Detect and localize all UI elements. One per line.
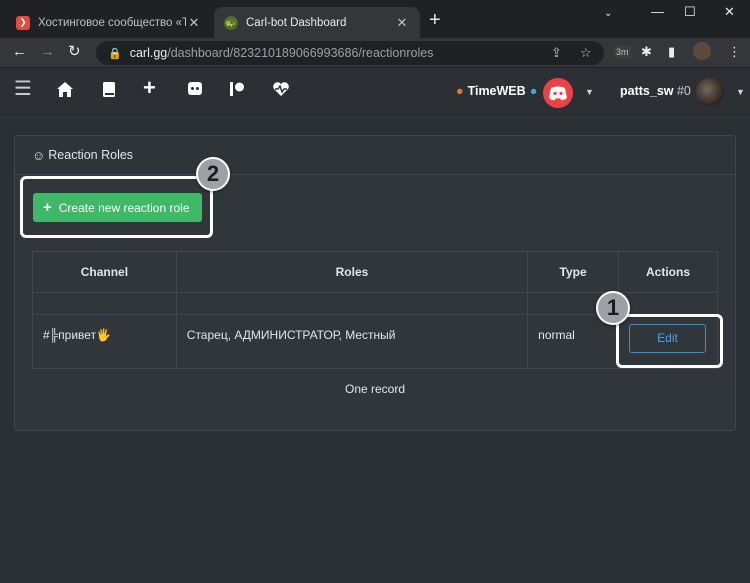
reload-icon[interactable]: ↻ [68,43,81,61]
server-name[interactable]: ● TimeWEB ● [456,84,537,98]
sidebar-icon[interactable]: ▮ [668,44,675,60]
book-icon[interactable] [102,81,116,102]
record-count: One record [344,382,406,396]
highlight-edit-button [616,314,723,368]
url-host: carl.gg [129,46,168,60]
browser-toolbar: ← → ↻ 🔒 carl.gg/dashboard/82321018906699… [0,38,750,68]
roles-cell: Старец, АДМИНИСТРАТОР, Местный [175,314,529,369]
callout-badge-1: 1 [596,291,630,325]
maximize-icon[interactable]: ☐ [684,4,696,20]
app-header: ☰ + ● TimeWEB ● ▼ patts_sw #0 ▼ [0,69,750,115]
plus-icon[interactable]: + [143,77,156,99]
carlbot-favicon-icon: 🐢 [224,15,238,30]
back-icon[interactable]: ← [12,43,27,61]
panel-title: Reaction Roles [48,148,134,162]
hamburger-menu-icon[interactable]: ☰ [14,79,32,99]
table-header-row: Channel Roles Type Actions [32,251,718,293]
extension-badge-icon[interactable]: 3m [614,46,631,58]
tab-carlbot[interactable]: 🐢 Carl-bot Dashboard ✕ [214,7,420,38]
user-name[interactable]: patts_sw #0 [620,84,691,98]
discord-logo-icon[interactable] [543,78,573,108]
menu-kebab-icon[interactable]: ⋮ [728,44,741,60]
highlight-create-button [20,176,213,238]
smiley-icon: ☺ [32,147,46,163]
panel-header: ☺ Reaction Roles [15,136,735,175]
url-path: /dashboard/823210189066993686/reactionro… [167,46,434,60]
puzzle-extensions-icon[interactable]: ✱ [641,44,652,60]
close-window-icon[interactable]: ✕ [724,4,735,20]
bookmark-star-icon[interactable]: ☆ [580,45,592,61]
browser-window: ❯ Хостинговое сообщество «Time ✕ 🐢 Carl-… [0,0,750,583]
home-icon[interactable] [56,81,74,102]
discord-server-icon[interactable] [187,81,203,101]
new-tab-icon[interactable]: + [429,10,441,30]
callout-badge-2: 2 [196,157,230,191]
column-header: Actions [618,251,718,293]
server-name-label: TimeWEB [467,84,526,98]
timeweb-favicon-icon: ❯ [16,15,30,30]
column-header: Type [527,251,620,293]
user-avatar[interactable] [696,78,724,106]
column-header: Channel [32,251,177,293]
user-tag: #0 [676,84,691,98]
forward-icon[interactable]: → [40,43,55,61]
chevron-down-icon[interactable]: ▼ [736,87,745,97]
channel-cell: #╠привет🖐 [32,314,177,369]
tab-title: Хостинговое сообщество «Time [38,16,186,29]
column-header: Roles [175,251,529,293]
patreon-icon[interactable] [229,81,245,101]
heart-pulse-icon[interactable] [272,81,290,101]
tab-timeweb[interactable]: ❯ Хостинговое сообщество «Time ✕ [6,7,212,38]
tab-strip: ❯ Хостинговое сообщество «Time ✕ 🐢 Carl-… [0,0,750,38]
profile-avatar[interactable] [693,42,711,60]
status-dot-icon: ● [529,84,538,98]
chevron-down-icon[interactable]: ▼ [585,87,594,97]
share-icon[interactable]: ⇪ [551,45,562,61]
close-tab-icon[interactable]: ✕ [394,15,410,31]
chevron-down-icon[interactable]: ⌄ [604,8,612,19]
tab-title: Carl-bot Dashboard [246,16,347,29]
minimize-icon[interactable]: — [651,4,664,19]
username-label: patts_sw [620,84,674,98]
status-dot-icon: ● [456,84,464,98]
address-bar[interactable]: 🔒 carl.gg/dashboard/823210189066993686/r… [96,41,604,65]
lock-icon: 🔒 [108,47,122,60]
close-tab-icon[interactable]: ✕ [186,15,202,31]
